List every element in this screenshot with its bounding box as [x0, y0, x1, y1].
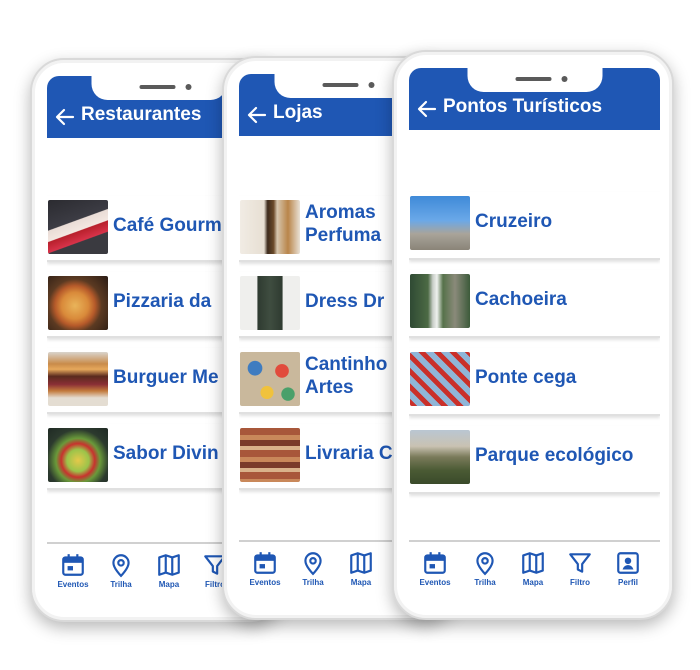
tab-trilha[interactable]: Trilha [463, 550, 507, 587]
salad-photo [48, 428, 108, 482]
calendar-icon [252, 550, 278, 576]
place-name-line-2: Perfuma [305, 225, 382, 246]
speaker-icon [515, 77, 551, 81]
park-photo [410, 430, 470, 484]
place-name: Ponte cega [475, 367, 577, 388]
calendar-icon [422, 550, 448, 576]
list-item[interactable]: Cachoeira [409, 270, 660, 338]
place-name: Parque ecológico [475, 445, 634, 466]
place-name: Sabor Divin [113, 443, 219, 464]
camera-icon [368, 82, 374, 88]
location-pin-icon [108, 552, 134, 578]
calendar-icon [60, 552, 86, 578]
place-name: Dress Dr [305, 291, 385, 312]
map-icon [156, 552, 182, 578]
tab-eventos[interactable]: Eventos [243, 550, 287, 587]
place-name-line-2: Artes [305, 377, 354, 398]
list-item[interactable]: Parque ecológico [409, 426, 660, 494]
place-name: Cruzeiro [475, 211, 553, 232]
location-pin-icon [472, 550, 498, 576]
tab-mapa[interactable]: Mapa [511, 550, 555, 587]
camera-icon [185, 84, 191, 90]
tab-perfil[interactable]: Perfil [606, 550, 650, 587]
dress-photo [240, 276, 300, 330]
back-arrow-icon[interactable] [55, 108, 75, 126]
tab-eventos[interactable]: Eventos [413, 550, 457, 587]
phone-notch [91, 76, 226, 100]
pizza-photo [48, 276, 108, 330]
tab-mapa[interactable]: Mapa [147, 552, 191, 589]
waterfall-photo [410, 274, 470, 328]
place-name: Burguer Me [113, 367, 219, 388]
phone-pontos-turisticos: Pontos Turísticos Cruzeiro Cachoeira Pon… [392, 50, 674, 620]
back-arrow-icon[interactable] [247, 106, 267, 124]
tab-trilha[interactable]: Trilha [291, 550, 335, 587]
tab-trilha[interactable]: Trilha [99, 552, 143, 589]
profile-icon [615, 550, 641, 576]
burger-photo [48, 352, 108, 406]
list-item[interactable]: Ponte cega [409, 348, 660, 416]
perfume-photo [240, 200, 300, 254]
app-header: Pontos Turísticos [409, 68, 660, 130]
books-photo [240, 428, 300, 482]
phone-notch [467, 68, 602, 92]
list-item[interactable]: Cruzeiro [409, 192, 660, 260]
tab-mapa[interactable]: Mapa [339, 550, 383, 587]
page-title: Restaurantes [81, 104, 202, 125]
map-icon [520, 550, 546, 576]
bottom-tab-bar: Eventos Trilha Mapa Filtro Perfil [409, 540, 660, 602]
page-title: Lojas [273, 102, 323, 123]
place-name: Pizzaria da [113, 291, 212, 312]
speaker-icon [139, 85, 175, 89]
location-pin-icon [300, 550, 326, 576]
bridge-photo [410, 352, 470, 406]
page-title: Pontos Turísticos [443, 96, 603, 117]
cake-photo [48, 200, 108, 254]
filter-icon [567, 550, 593, 576]
place-name: Cachoeira [475, 289, 567, 310]
screen-pontos-turisticos: Pontos Turísticos Cruzeiro Cachoeira Pon… [409, 68, 660, 602]
paint-photo [240, 352, 300, 406]
back-arrow-icon[interactable] [417, 100, 437, 118]
tab-filtro[interactable]: Filtro [558, 550, 602, 587]
place-name: Livraria C [305, 443, 393, 464]
place-name: Aromas [305, 202, 376, 223]
camera-icon [561, 76, 567, 82]
place-list: Cruzeiro Cachoeira Ponte cega Parque eco… [409, 192, 660, 504]
phone-notch [274, 74, 409, 98]
tab-eventos[interactable]: Eventos [51, 552, 95, 589]
place-name: Café Gourm [113, 215, 222, 236]
speaker-icon [322, 83, 358, 87]
place-name: Cantinho [305, 354, 388, 375]
statue-photo [410, 196, 470, 250]
map-icon [348, 550, 374, 576]
